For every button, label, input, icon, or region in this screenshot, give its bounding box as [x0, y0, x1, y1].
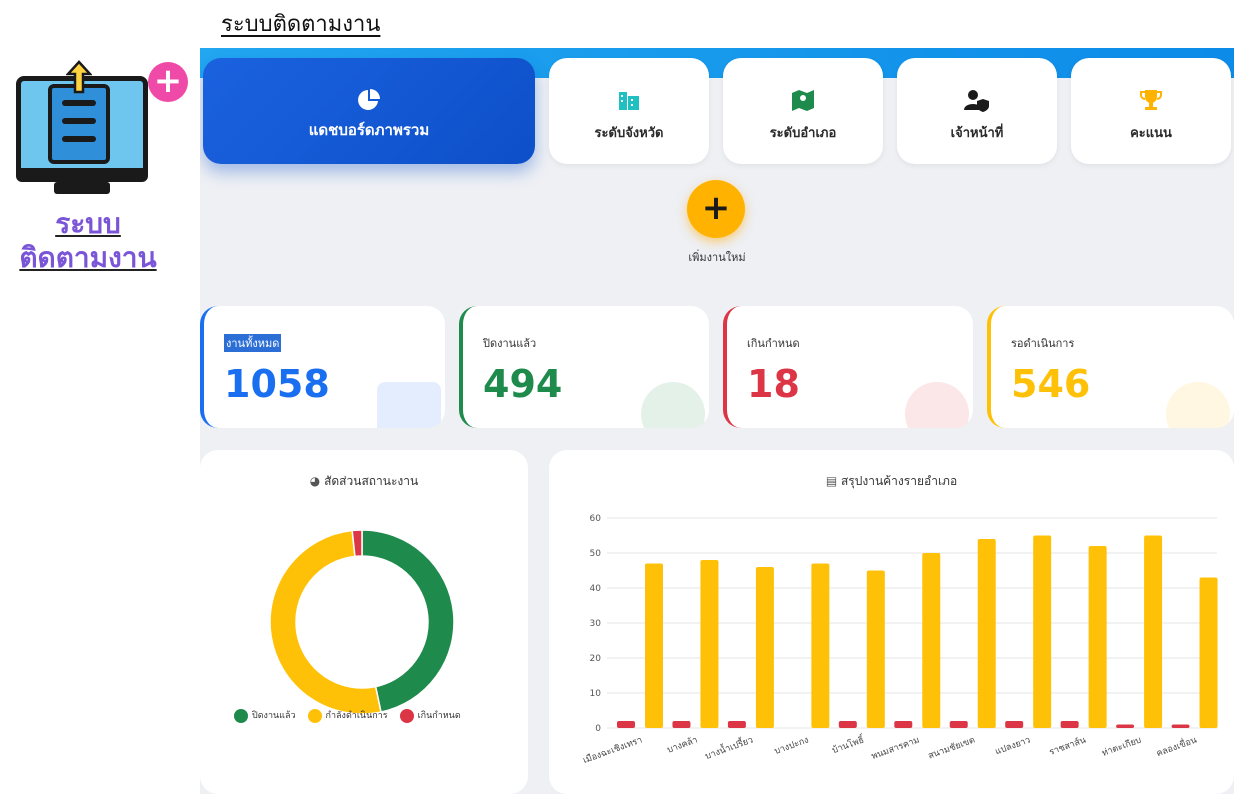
folder-icon [377, 382, 441, 428]
y-tick-label: 30 [590, 619, 602, 629]
bar[interactable] [727, 721, 746, 728]
bar[interactable] [1088, 546, 1107, 728]
donut-slice[interactable] [269, 529, 382, 715]
bar[interactable] [1171, 724, 1190, 729]
bar[interactable] [894, 721, 913, 728]
y-tick-label: 20 [590, 654, 602, 664]
stat-label: งานทั้งหมด [224, 334, 282, 352]
bar-chart: 0 10 20 30 40 50 60 เมืองฉะเชิงเทรา บางคล้า บางน้… [581, 514, 1218, 766]
stat-label: รอดำเนินการ [1011, 337, 1075, 350]
stat-label: ปิดงานแล้ว [483, 337, 537, 350]
add-task-label: เพิ่มงานใหม่ [688, 251, 746, 264]
y-tick-label: 40 [590, 584, 602, 594]
y-tick-label: 60 [590, 514, 602, 524]
pie-chart-icon [203, 88, 535, 118]
stat-label: เกินกำหนด [747, 337, 800, 350]
legend-item[interactable]: ปิดงานแล้ว [234, 708, 296, 723]
stat-value: 494 [483, 362, 563, 406]
logo-text-line2: ติดตามงาน [19, 241, 157, 274]
legend-item[interactable]: เกินกำหนด [399, 708, 461, 723]
stat-total-card: งานทั้งหมด 1058 [200, 306, 445, 428]
y-tick-label: 50 [590, 549, 602, 559]
x-tick-label: แปลงยาว [994, 735, 1032, 757]
stat-value: 18 [747, 362, 800, 406]
check-circle-icon [641, 382, 705, 428]
bar[interactable] [949, 721, 968, 728]
tab-label: ระดับอำเภอ [769, 126, 837, 141]
x-tick-label: บางคล้า [666, 734, 700, 755]
monitor-stand [54, 182, 110, 194]
y-tick-label: 0 [595, 724, 601, 734]
tab-dashboard[interactable]: แดชบอร์ดภาพรวม [203, 58, 535, 164]
x-tick-label: ท่าตะเกียบ [1100, 734, 1143, 759]
x-tick-label: คลองเขื่อน [1154, 733, 1198, 760]
bar[interactable] [1116, 724, 1135, 729]
stat-value: 546 [1011, 362, 1091, 406]
legend-item[interactable]: กำลังดำเนินการ [307, 708, 388, 723]
bar[interactable] [1033, 535, 1052, 729]
bar[interactable] [1144, 535, 1163, 729]
bar-panel: ▤ สรุปงานค้างรายอำเภอ 0 10 20 30 40 50 60 เมือง… [549, 450, 1234, 794]
tab-label: แดชบอร์ดภาพรวม [308, 121, 430, 139]
bar[interactable] [645, 563, 663, 729]
donut-panel-title: ◕ สัดส่วนสถานะงาน [309, 474, 419, 488]
bar[interactable] [1199, 577, 1218, 729]
clock-icon [1166, 382, 1230, 428]
bar[interactable] [1060, 721, 1079, 728]
x-tick-label: ราชสาส์น [1047, 734, 1087, 758]
bar[interactable] [672, 721, 691, 728]
donut-panel: ◕ สัดส่วนสถานะงาน ปิดงานแล้ว กำลังดำเนิน… [200, 450, 528, 794]
x-tick-label: บางปะกง [773, 735, 810, 757]
bar[interactable] [866, 570, 885, 729]
fire-icon [905, 382, 969, 428]
bar[interactable] [1005, 721, 1024, 728]
x-tick-label: พนมสารคาม [870, 735, 921, 762]
page-title: ระบบติดตามงาน [221, 12, 381, 37]
stat-value: 1058 [224, 362, 330, 406]
bar[interactable] [700, 560, 719, 728]
stat-closed-card: ปิดงานแล้ว 494 [459, 306, 709, 428]
stat-overdue-card: เกินกำหนด 18 [723, 306, 973, 428]
x-tick-label: สนามชัยเขต [927, 735, 977, 761]
donut-slice[interactable] [361, 529, 455, 713]
bar[interactable] [838, 721, 857, 728]
city-icon [549, 88, 709, 118]
donut-legend: ปิดงานแล้ว กำลังดำเนินการ เกินกำหนด [234, 708, 461, 723]
bar[interactable] [617, 721, 635, 728]
bar[interactable] [811, 563, 830, 729]
user-shield-icon [897, 88, 1057, 118]
x-tick-label: เมืองฉะเชิงเทรา [581, 734, 643, 766]
bar[interactable] [977, 539, 996, 728]
trophy-icon [1071, 88, 1231, 118]
tab-province[interactable]: ระดับจังหวัด [549, 58, 709, 164]
dashboard: แดชบอร์ดภาพรวม ระดับจังหวัด ระดับอำเภอ เ… [200, 48, 1234, 794]
tab-score[interactable]: คะแนน [1071, 58, 1231, 164]
pie-chart-icon: ◕ [309, 474, 325, 488]
app-logo[interactable]: + ระบบ ติดตามงาน [8, 56, 194, 280]
add-task-button[interactable]: + [687, 180, 745, 238]
tab-label: คะแนน [1130, 126, 1172, 141]
plus-badge-icon: + [148, 62, 188, 102]
bar[interactable] [922, 553, 941, 728]
tab-staff[interactable]: เจ้าหน้าที่ [897, 58, 1057, 164]
x-tick-label: บ้านโพธิ์ [830, 732, 867, 756]
bar[interactable] [755, 567, 774, 728]
stat-pending-card: รอดำเนินการ 546 [987, 306, 1234, 428]
donut-chart [269, 529, 455, 715]
y-tick-label: 10 [590, 689, 602, 699]
upload-arrow-icon [66, 60, 92, 94]
tab-district[interactable]: ระดับอำเภอ [723, 58, 883, 164]
x-tick-label: บางน้ำเปรี้ยว [703, 733, 755, 762]
tab-label: ระดับจังหวัด [594, 126, 664, 141]
checklist-icon [48, 84, 110, 164]
tab-label: เจ้าหน้าที่ [950, 126, 1004, 141]
map-icon [723, 88, 883, 118]
